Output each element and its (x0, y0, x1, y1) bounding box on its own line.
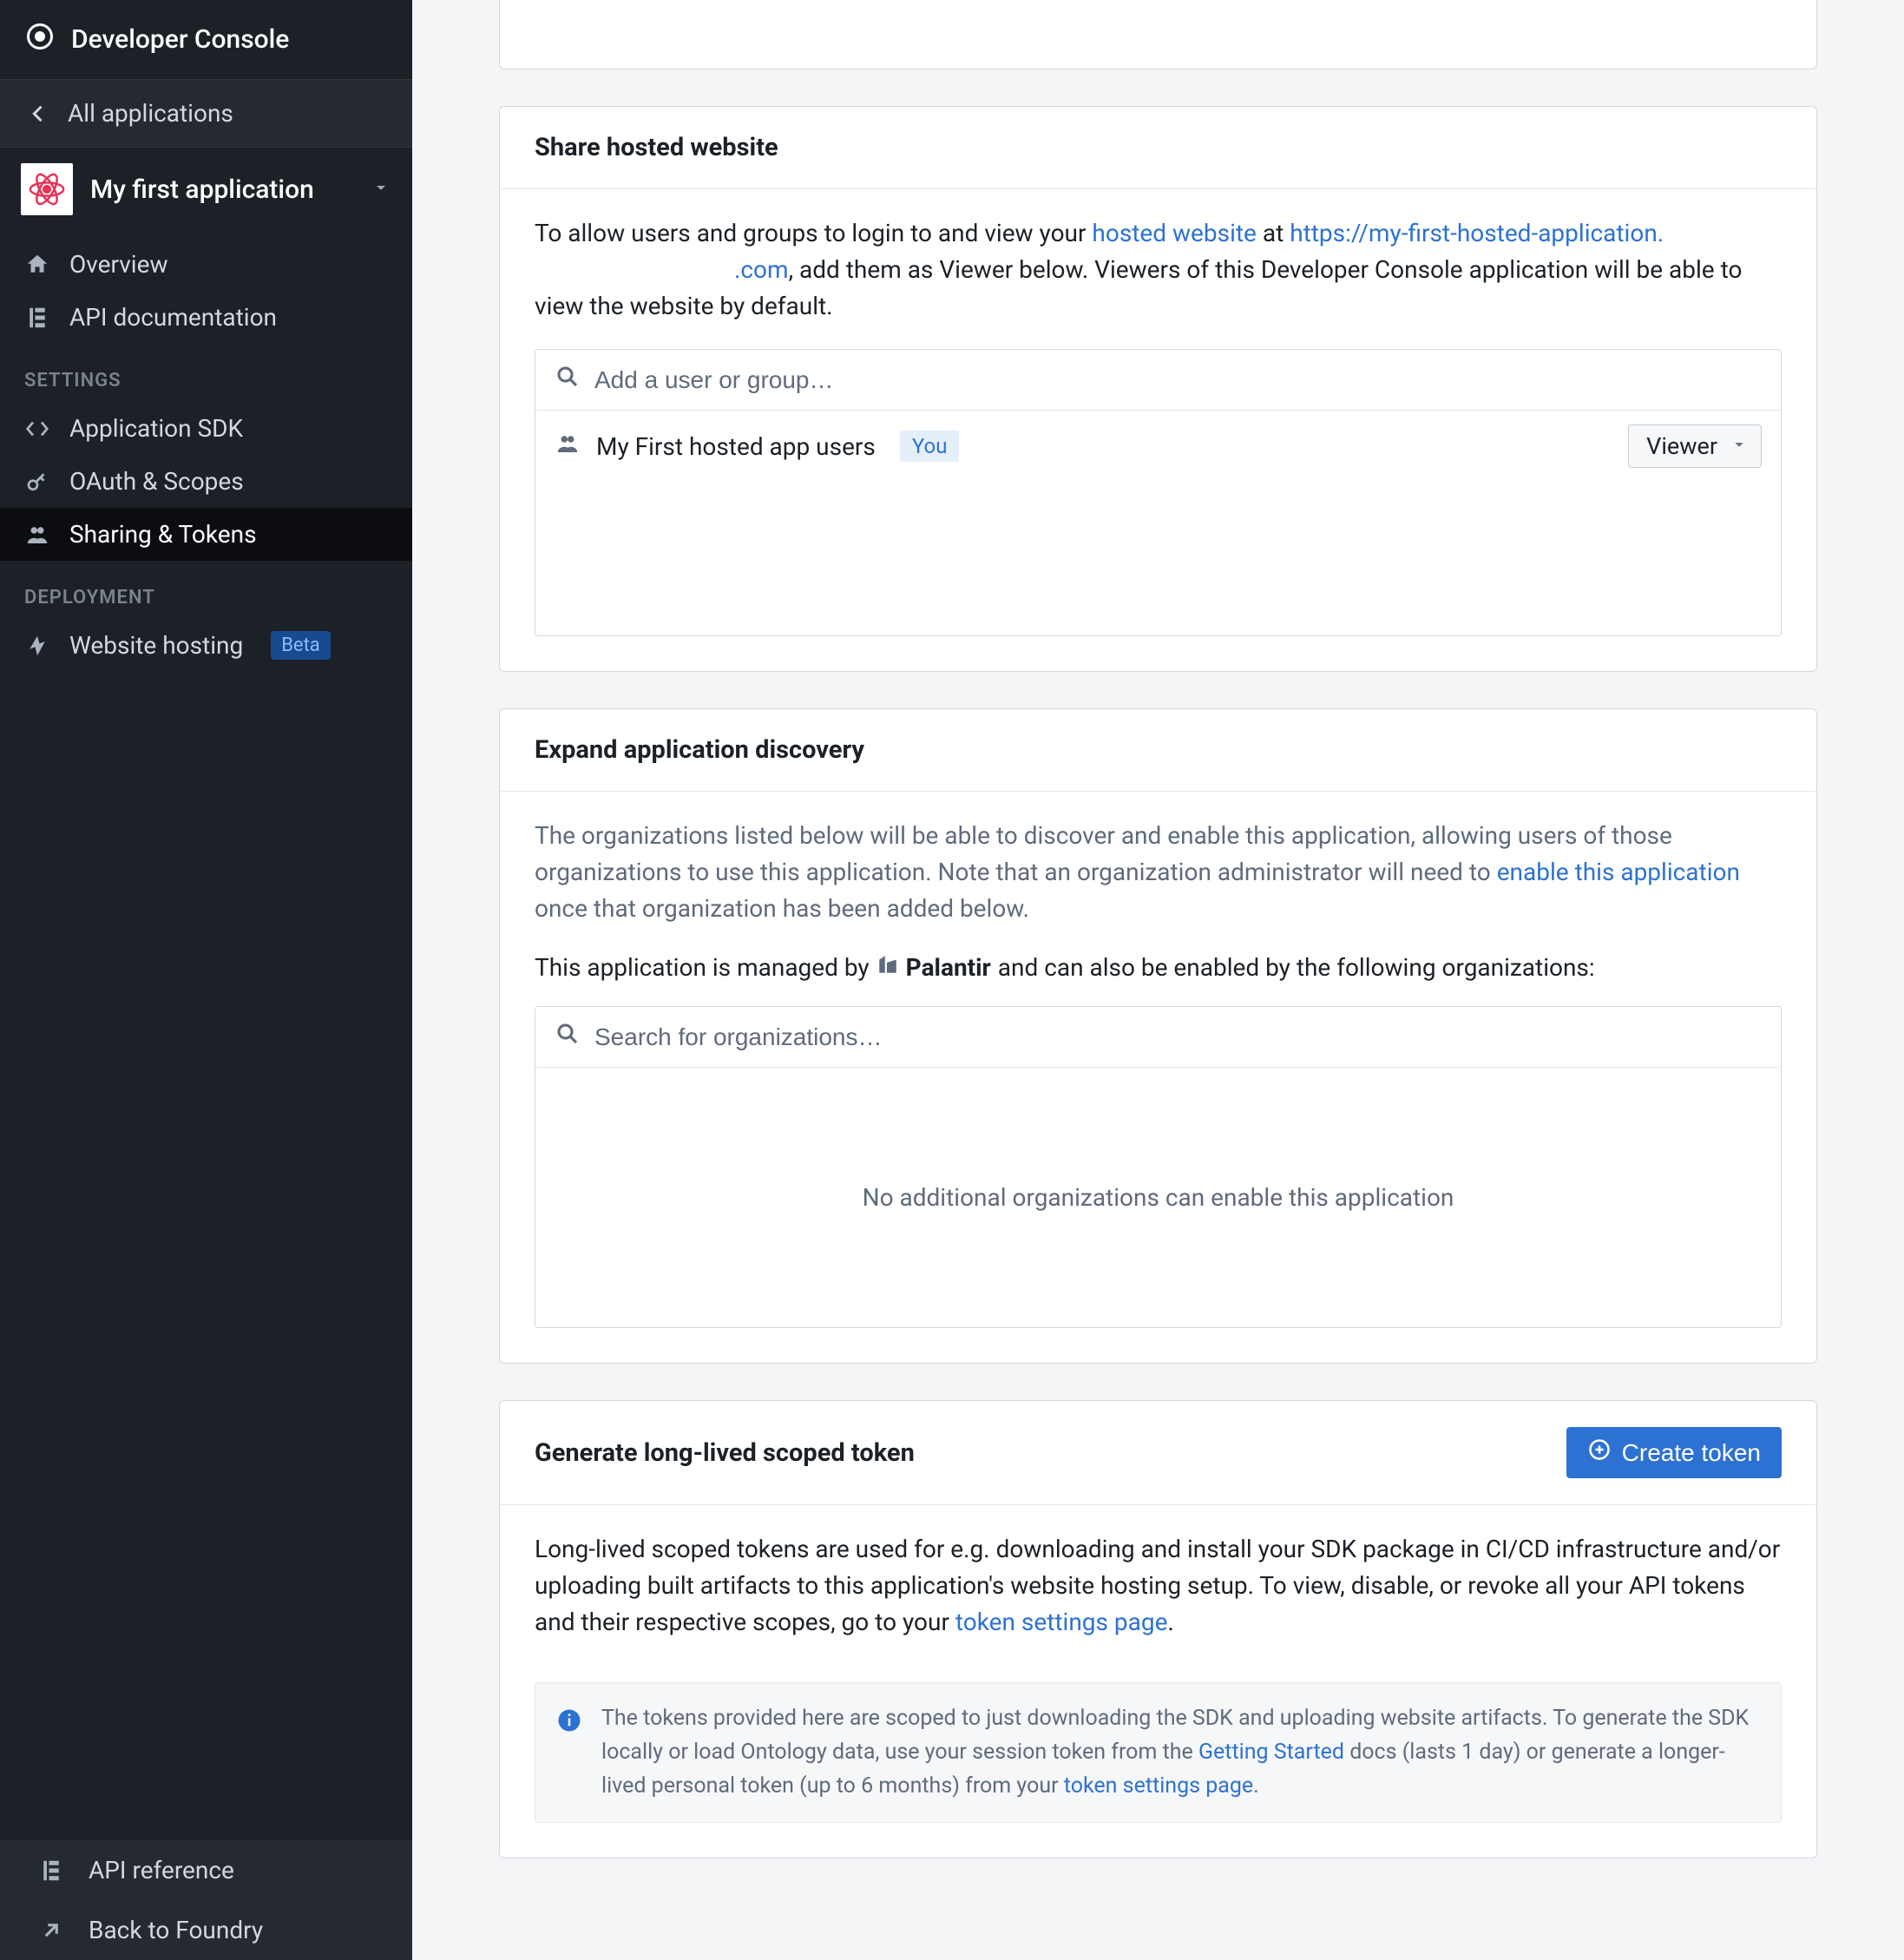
brand-logo-icon (24, 21, 56, 58)
role-select-label: Viewer (1646, 432, 1717, 460)
sidebar-item-api-docs[interactable]: API documentation (0, 291, 412, 344)
hosted-website-link[interactable]: hosted website (1092, 219, 1256, 247)
sidebar-item-label: Website hosting (69, 631, 243, 660)
search-icon (555, 364, 581, 396)
token-callout-text: The tokens provided here are scoped to j… (601, 1702, 1760, 1803)
token-description: Long-lived scoped tokens are used for e.… (535, 1531, 1782, 1641)
token-settings-link-callout[interactable]: token settings page (1064, 1773, 1253, 1799)
sidebar-header: Developer Console (0, 0, 412, 79)
share-list: My First hosted app users You Viewer (535, 410, 1781, 635)
org-search-input[interactable] (594, 1023, 1762, 1051)
sidebar: Developer Console All applications My fi… (0, 0, 412, 1960)
discovery-card: Expand application discovery The organiz… (499, 708, 1817, 1364)
share-card: Share hosted website To allow users and … (499, 106, 1817, 672)
sidebar-item-label: OAuth & Scopes (69, 467, 244, 496)
sidebar-footer: API reference Back to Foundry (0, 1840, 412, 1960)
brand-title: Developer Console (71, 24, 289, 55)
all-applications-label: All applications (68, 99, 233, 128)
create-token-button[interactable]: Create token (1566, 1427, 1782, 1478)
getting-started-link[interactable]: Getting Started (1198, 1740, 1344, 1765)
role-select[interactable]: Viewer (1628, 424, 1762, 468)
create-token-label: Create token (1622, 1439, 1761, 1467)
main-content: Share hosted website To allow users and … (412, 0, 1904, 1960)
you-badge: You (900, 431, 960, 462)
sidebar-item-oauth[interactable]: OAuth & Scopes (0, 455, 412, 508)
discovery-description: The organizations listed below will be a… (535, 818, 1782, 927)
sidebar-footer-api-reference[interactable]: API reference (0, 1840, 412, 1900)
application-selector[interactable]: My first application (0, 148, 412, 231)
enable-application-link[interactable]: enable this application (1497, 858, 1740, 886)
share-card-header: Share hosted website (500, 107, 1816, 189)
previous-card-stub (499, 0, 1817, 69)
caret-down-icon (371, 175, 391, 204)
search-icon (555, 1021, 581, 1053)
sidebar-item-sdk[interactable]: Application SDK (0, 402, 412, 455)
app-thumbnail (21, 163, 73, 215)
sidebar-item-label: Back to Foundry (89, 1916, 263, 1944)
all-applications-link[interactable]: All applications (0, 79, 412, 148)
share-row-name: My First hosted app users (596, 432, 876, 461)
org-icon (876, 953, 899, 982)
plus-circle-icon (1587, 1437, 1612, 1468)
info-icon (556, 1702, 582, 1803)
caret-down-icon (1730, 432, 1749, 460)
sidebar-footer-back-foundry[interactable]: Back to Foundry (0, 1900, 412, 1960)
beta-badge: Beta (271, 631, 331, 660)
sidebar-item-label: API documentation (69, 303, 277, 332)
share-description: To allow users and groups to login to an… (535, 215, 1782, 325)
sidebar-item-hosting[interactable]: Website hosting Beta (0, 619, 412, 672)
sidebar-section-settings: SETTINGS (0, 344, 412, 402)
token-settings-link[interactable]: token settings page (955, 1608, 1168, 1636)
users-icon (555, 431, 581, 463)
share-title: Share hosted website (535, 133, 778, 162)
managed-by-line: This application is managed by Palantir … (535, 953, 1782, 982)
sidebar-item-sharing[interactable]: Sharing & Tokens (0, 508, 412, 561)
discovery-card-header: Expand application discovery (500, 709, 1816, 792)
token-info-callout: The tokens provided here are scoped to j… (535, 1682, 1782, 1823)
sidebar-item-label: Overview (69, 250, 168, 279)
sidebar-item-overview[interactable]: Overview (0, 238, 412, 291)
share-search-wrap: My First hosted app users You Viewer (535, 349, 1782, 636)
org-empty-state: No additional organizations can enable t… (535, 1067, 1781, 1327)
share-search-input[interactable] (594, 366, 1762, 394)
org-search-wrap: No additional organizations can enable t… (535, 1006, 1782, 1328)
sidebar-section-deployment: DEPLOYMENT (0, 561, 412, 619)
sidebar-item-label: API reference (89, 1856, 234, 1884)
token-title: Generate long-lived scoped token (535, 1438, 915, 1468)
share-list-row: My First hosted app users You Viewer (535, 411, 1781, 482)
sidebar-item-label: Application SDK (69, 414, 243, 443)
token-card-header: Generate long-lived scoped token Create … (500, 1401, 1816, 1505)
sidebar-nav: Overview API documentation SETTINGS Appl… (0, 231, 412, 672)
app-name: My first application (90, 174, 353, 205)
discovery-title: Expand application discovery (535, 735, 864, 765)
token-card: Generate long-lived scoped token Create … (499, 1400, 1817, 1858)
sidebar-item-label: Sharing & Tokens (69, 520, 257, 549)
managing-org-name: Palantir (906, 953, 991, 982)
